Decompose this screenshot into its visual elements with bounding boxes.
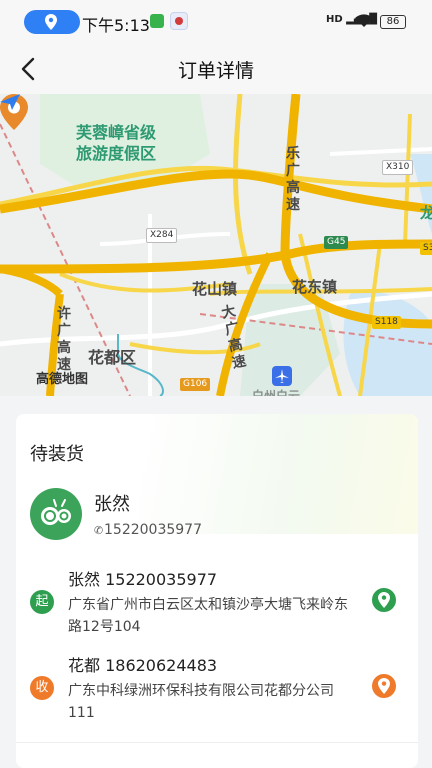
delivery-contact: 花都 18620624483: [68, 656, 218, 675]
nav-bar: 订单详情: [0, 44, 432, 94]
battery-icon: 86: [380, 15, 406, 29]
order-status: 待装货: [30, 444, 84, 465]
status-time: 下午5:13: [82, 16, 150, 35]
divider: [16, 742, 418, 743]
snail-mascot-icon: [41, 499, 71, 525]
scenic-label-line-2: 旅游度假区: [76, 144, 157, 163]
pickup-address: 广东省广州市白云区太和镇沙亭大塘飞来岭东路12号104: [68, 597, 348, 635]
place-label-huadong: 花东镇: [292, 278, 338, 296]
map-provider-logo: 高德地图: [36, 372, 89, 387]
message-app-icon: [150, 14, 164, 28]
pickup-badge: 起: [30, 590, 54, 614]
place-label-huadu: 花都区: [88, 348, 137, 367]
airport-icon: [272, 366, 292, 386]
contact-name: 张然: [94, 494, 130, 515]
delivery-stop: 收 花都 18620624483 广东中科绿洲环保科技有限公司花都分公司111: [30, 652, 410, 722]
status-bar: 下午5:13 HD ▂▄▆█ 86: [0, 0, 432, 44]
delivery-navigate-button[interactable]: [372, 674, 396, 698]
pickup-contact: 张然 15220035977: [68, 570, 218, 589]
road-tag-g45: G45: [324, 236, 349, 249]
location-indicator[interactable]: [24, 10, 80, 34]
airport-label: 白州白云: [252, 389, 301, 396]
map-edge-label: 龙: [420, 204, 432, 222]
avatar: [30, 488, 82, 540]
amap-logo-icon: [0, 94, 20, 110]
pickup-stop: 起 张然 15220035977 广东省广州市白云区太和镇沙亭大塘飞来岭东路12…: [30, 566, 410, 636]
route-map[interactable]: 芙蓉嶂省级 旅游度假区 乐广高速 许广高速 大广高速 花山镇 花东镇 花都区 X…: [0, 94, 432, 396]
battery-level: 86: [386, 16, 400, 27]
wifi-icon: [355, 14, 373, 27]
road-tag-x310: X310: [382, 160, 414, 175]
road-tag-g106: G106: [180, 378, 211, 391]
road-tag-x284: X284: [146, 228, 178, 243]
contact-phone: 15220035977: [104, 522, 202, 538]
scenic-label-line-1: 芙蓉嶂省级: [76, 123, 157, 142]
page-title: 订单详情: [177, 60, 254, 82]
location-pin-icon: [378, 678, 390, 694]
contact-phone-row[interactable]: ✆15220035977: [94, 522, 202, 538]
delivery-badge: 收: [30, 676, 54, 700]
highway-label-leguang: 乐广高速: [286, 146, 300, 213]
scenic-area-label: 芙蓉嶂省级 旅游度假区: [76, 122, 156, 164]
pickup-navigate-button[interactable]: [372, 588, 396, 612]
road-tag-s3: S3: [420, 242, 432, 255]
location-pin-icon: [378, 592, 390, 608]
road-tag-s118: S118: [372, 316, 401, 329]
mascot-app-icon: [170, 12, 188, 30]
highway-label-xuguang: 许广高速: [57, 306, 71, 373]
delivery-address: 广东中科绿洲环保科技有限公司花都分公司111: [68, 683, 334, 721]
place-label-huashan: 花山镇: [192, 280, 238, 298]
order-card: 待装货 张然 ✆15220035977 起 张然 15220035977 广东省…: [16, 414, 418, 768]
location-pin-icon: [45, 14, 57, 30]
phone-icon: ✆: [94, 524, 104, 537]
signal-label: HD: [326, 14, 343, 25]
